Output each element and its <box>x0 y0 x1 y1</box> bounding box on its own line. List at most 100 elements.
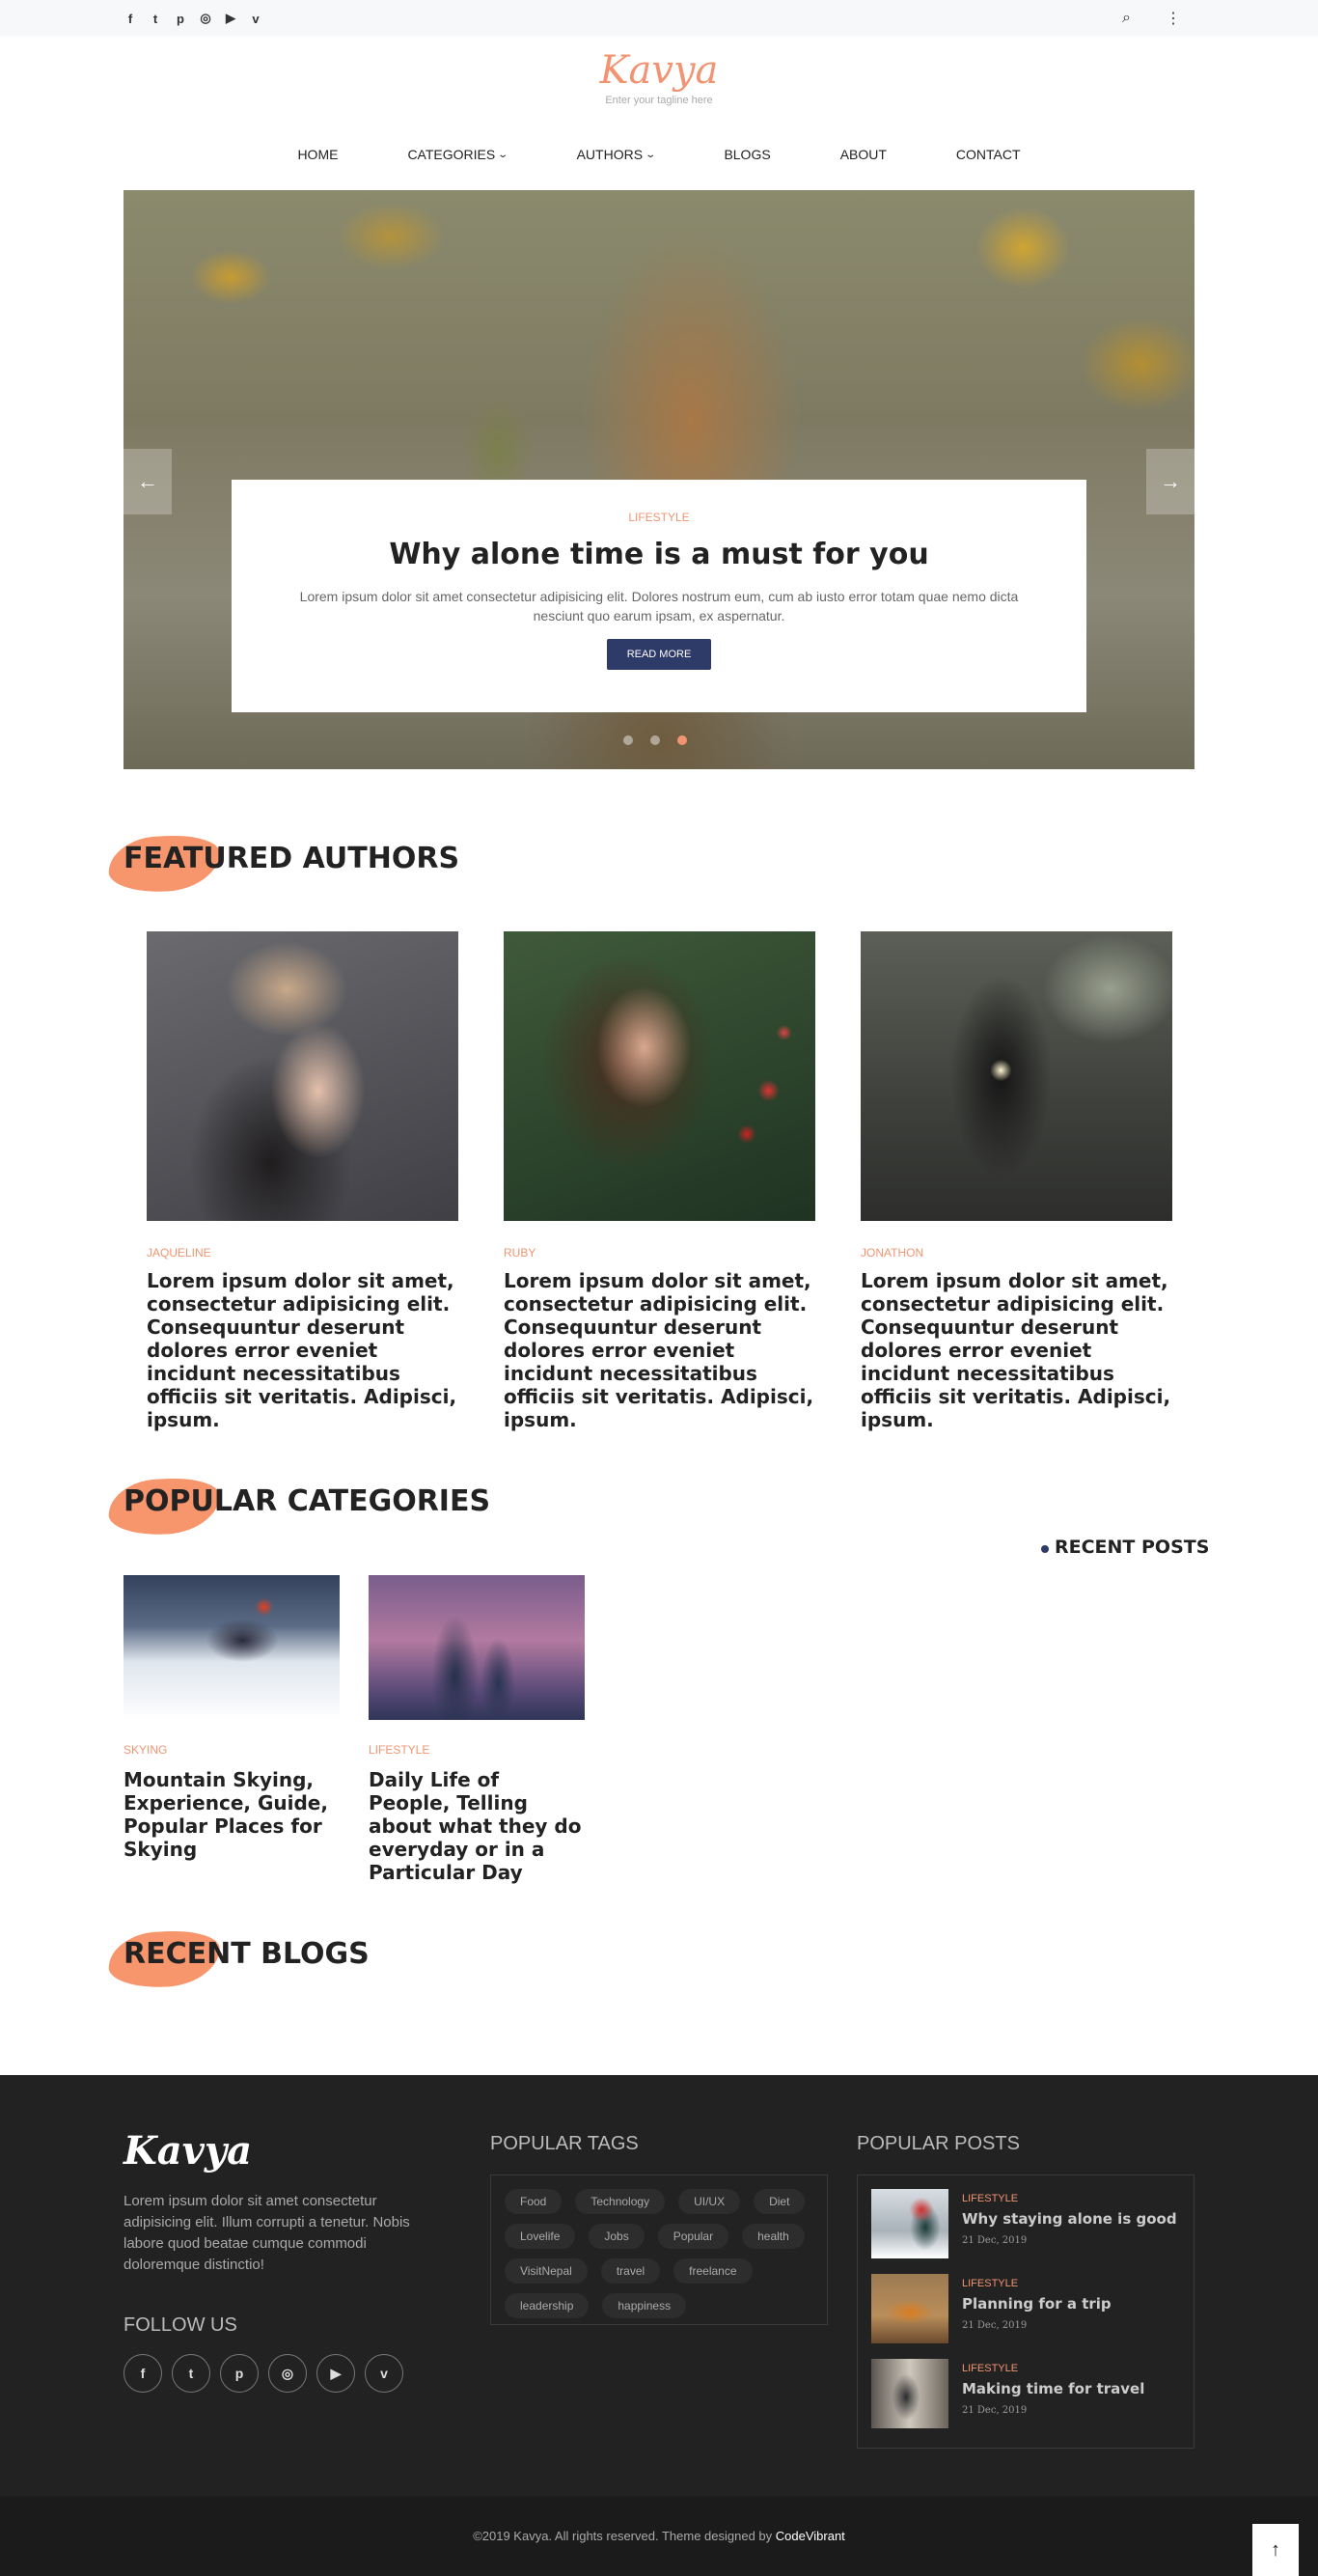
category-image[interactable] <box>369 1575 585 1720</box>
footer-posts-column: POPULAR POSTS LIFESTYLE Why staying alon… <box>857 2133 1194 2449</box>
category-card[interactable]: SKYING Mountain Skying, Experience, Guid… <box>124 1575 340 1861</box>
facebook-icon[interactable]: f <box>124 12 137 26</box>
category-title[interactable]: Daily Life of People, Telling about what… <box>369 1768 585 1884</box>
youtube-icon[interactable]: ▶ <box>224 11 237 26</box>
footer: Kavya Lorem ipsum dolor sit amet consect… <box>0 2075 1318 2496</box>
author-excerpt[interactable]: Lorem ipsum dolor sit amet, consectetur … <box>147 1269 458 1431</box>
tag-link[interactable]: health <box>742 2224 805 2249</box>
author-photo[interactable] <box>504 931 815 1221</box>
tag-link[interactable]: UI/UX <box>678 2189 741 2214</box>
read-more-button[interactable]: READ MORE <box>606 639 712 670</box>
tag-link[interactable]: freelance <box>673 2258 753 2284</box>
footer-tags-column: POPULAR TAGS Food Technology UI/UX Diet … <box>490 2133 828 2325</box>
copyright-text: ©2019 Kavya. All rights reserved. Theme … <box>473 2529 776 2543</box>
popular-post-item[interactable]: LIFESTYLE Planning for a trip 21 Dec, 20… <box>871 2274 1180 2343</box>
facebook-icon[interactable]: f <box>124 2354 162 2393</box>
tag-link[interactable]: Jobs <box>589 2224 645 2249</box>
nav-home[interactable]: HOME <box>262 147 372 162</box>
bullet-icon <box>1041 1545 1049 1553</box>
back-to-top-arrow-icon[interactable]: ↑ <box>1252 2524 1299 2576</box>
tag-link[interactable]: Popular <box>657 2224 729 2249</box>
category-title[interactable]: Mountain Skying, Experience, Guide, Popu… <box>124 1768 340 1861</box>
post-category[interactable]: LIFESTYLE <box>962 2193 1177 2204</box>
footer-about-text: Lorem ipsum dolor sit amet consectetur a… <box>124 2193 410 2273</box>
author-card[interactable]: JAQUELINE Lorem ipsum dolor sit amet, co… <box>147 931 458 1431</box>
vimeo-icon[interactable]: v <box>249 12 262 26</box>
author-card[interactable]: JONATHON Lorem ipsum dolor sit amet, con… <box>861 931 1172 1431</box>
site-logo[interactable]: Kavya <box>0 48 1318 93</box>
slider-next-arrow-icon[interactable]: → <box>1146 449 1194 514</box>
author-name[interactable]: RUBY <box>504 1246 815 1260</box>
post-date: 21 Dec, 2019 <box>962 2405 1028 2416</box>
nav-authors[interactable]: AUTHORS ⌄ <box>542 147 690 162</box>
post-title[interactable]: Why staying alone is good <box>962 2210 1177 2228</box>
tag-link[interactable]: Diet <box>754 2189 806 2214</box>
slider-dot-active[interactable] <box>677 735 687 745</box>
tag-link[interactable]: Food <box>505 2189 563 2214</box>
post-date: 21 Dec, 2019 <box>962 2320 1028 2331</box>
instagram-icon[interactable]: ◎ <box>199 11 212 26</box>
nav-categories-label: CATEGORIES <box>407 147 496 162</box>
nav-home-label: HOME <box>297 147 339 162</box>
section-title: RECENT BLOGS <box>124 1937 370 1971</box>
youtube-icon[interactable]: ▶ <box>316 2354 355 2393</box>
category-name[interactable]: SKYING <box>124 1743 340 1757</box>
twitter-icon[interactable]: t <box>172 2354 210 2393</box>
social-links: f t p ◎ ▶ v <box>124 11 262 26</box>
author-excerpt[interactable]: Lorem ipsum dolor sit amet, consectetur … <box>504 1269 815 1431</box>
pinterest-icon[interactable]: p <box>220 2354 259 2393</box>
nav-authors-label: AUTHORS <box>576 147 644 162</box>
footer-logo[interactable]: Kavya <box>124 2128 437 2174</box>
more-menu-icon[interactable]: ⋮ <box>1166 9 1181 28</box>
recent-blogs-heading: RECENT BLOGS <box>104 1928 370 1990</box>
tag-link[interactable]: happiness <box>602 2293 687 2318</box>
instagram-icon[interactable]: ◎ <box>268 2354 307 2393</box>
pinterest-icon[interactable]: p <box>174 12 187 26</box>
tag-link[interactable]: VisitNepal <box>505 2258 588 2284</box>
slider-dot[interactable] <box>650 735 660 745</box>
post-category[interactable]: LIFESTYLE <box>962 2278 1112 2289</box>
twitter-icon[interactable]: t <box>149 12 162 26</box>
tag-link[interactable]: leadership <box>505 2293 590 2318</box>
site-tagline: Enter your tagline here <box>605 95 713 106</box>
chevron-down-icon: ⌄ <box>645 149 657 160</box>
slider-dots <box>623 735 687 745</box>
footer-social-links: f t p ◎ ▶ v <box>124 2354 437 2393</box>
author-name[interactable]: JONATHON <box>861 1246 1172 1260</box>
post-thumbnail[interactable] <box>871 2359 948 2428</box>
recent-posts-heading: RECENT POSTS <box>1041 1537 1209 1558</box>
slider-prev-arrow-icon[interactable]: ← <box>124 449 172 514</box>
post-title[interactable]: Making time for travel <box>962 2380 1144 2397</box>
popular-categories-heading: POPULAR CATEGORIES <box>104 1476 490 1537</box>
category-card[interactable]: LIFESTYLE Daily Life of People, Telling … <box>369 1575 585 1884</box>
nav-about[interactable]: ABOUT <box>806 147 921 162</box>
nav-contact[interactable]: CONTACT <box>921 147 1056 162</box>
author-name[interactable]: JAQUELINE <box>147 1246 458 1260</box>
author-photo[interactable] <box>861 931 1172 1221</box>
nav-blogs[interactable]: BLOGS <box>689 147 805 162</box>
hero-category[interactable]: LIFESTYLE <box>232 511 1086 524</box>
tag-link[interactable]: travel <box>600 2258 661 2284</box>
tag-link[interactable]: Technology <box>575 2189 666 2214</box>
category-image[interactable] <box>124 1575 340 1720</box>
post-category[interactable]: LIFESTYLE <box>962 2363 1144 2374</box>
post-thumbnail[interactable] <box>871 2189 948 2258</box>
designer-link[interactable]: CodeVibrant <box>776 2529 845 2543</box>
main-nav: HOME CATEGORIES ⌄ AUTHORS ⌄ BLOGS ABOUT CO… <box>0 120 1318 189</box>
vimeo-icon[interactable]: v <box>365 2354 403 2393</box>
nav-categories[interactable]: CATEGORIES ⌄ <box>372 147 541 162</box>
popular-post-item[interactable]: LIFESTYLE Making time for travel 21 Dec,… <box>871 2359 1180 2428</box>
author-photo[interactable] <box>147 931 458 1221</box>
post-thumbnail[interactable] <box>871 2274 948 2343</box>
search-icon[interactable]: ⌕ <box>1122 10 1131 27</box>
author-excerpt[interactable]: Lorem ipsum dolor sit amet, consectetur … <box>861 1269 1172 1431</box>
tag-link[interactable]: Lovelife <box>505 2224 576 2249</box>
slider-dot[interactable] <box>623 735 633 745</box>
hero-title[interactable]: Why alone time is a must for you <box>232 538 1086 571</box>
post-title[interactable]: Planning for a trip <box>962 2295 1112 2313</box>
category-name[interactable]: LIFESTYLE <box>369 1743 585 1757</box>
author-card[interactable]: RUBY Lorem ipsum dolor sit amet, consect… <box>504 931 815 1431</box>
popular-tags-heading: POPULAR TAGS <box>490 2133 639 2154</box>
popular-post-item[interactable]: LIFESTYLE Why staying alone is good 21 D… <box>871 2189 1180 2258</box>
nav-about-label: ABOUT <box>839 147 887 162</box>
